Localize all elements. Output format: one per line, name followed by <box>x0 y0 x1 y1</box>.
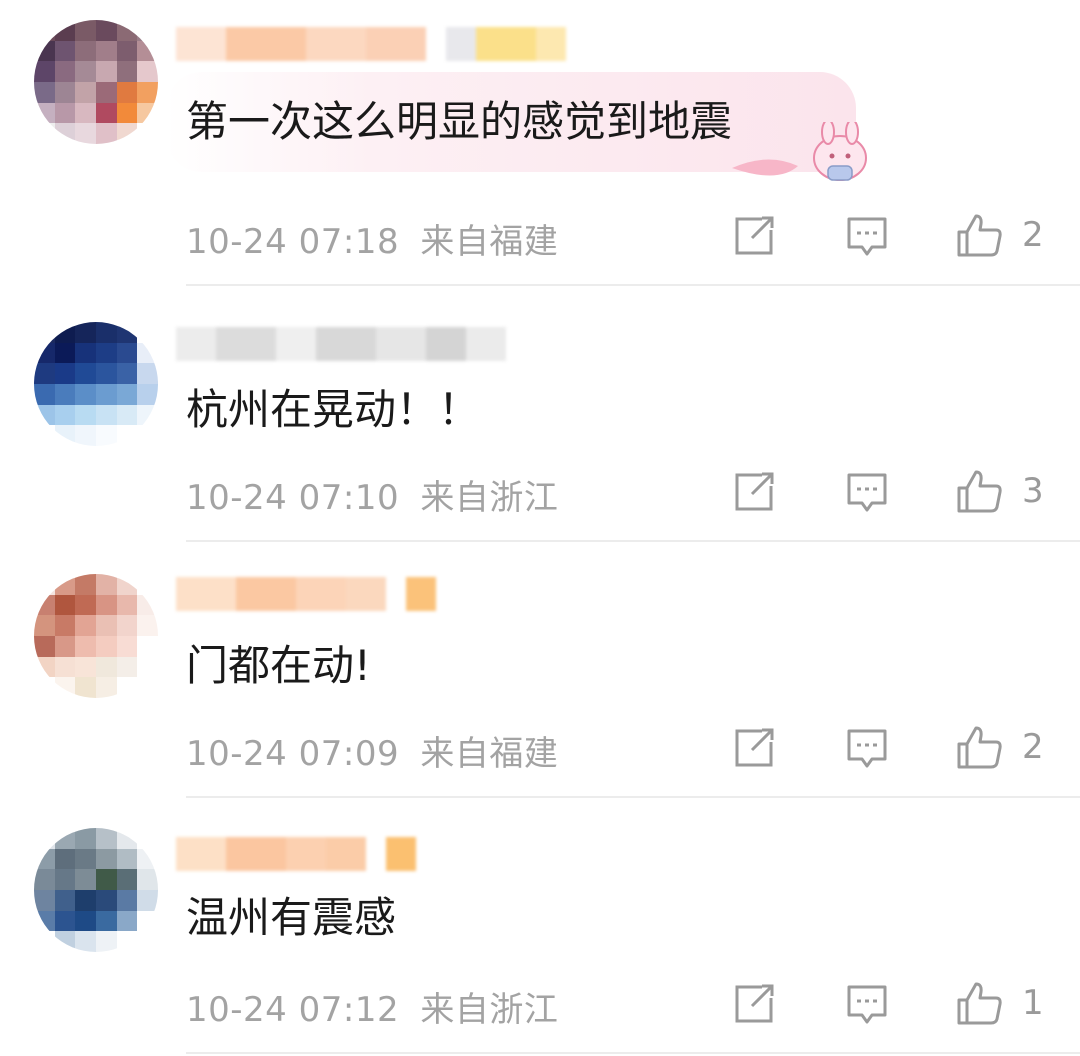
thumbs-up-icon <box>957 982 1002 1025</box>
avatar[interactable] <box>34 20 158 144</box>
comment-icon <box>847 985 887 1024</box>
share-icon <box>735 216 774 255</box>
avatar[interactable] <box>34 828 158 952</box>
username-blurred[interactable] <box>176 24 566 64</box>
like-count: 2 <box>1022 215 1044 255</box>
reply-button[interactable] <box>846 472 888 514</box>
avatar[interactable] <box>34 574 158 698</box>
username-blurred[interactable] <box>176 324 506 364</box>
share-button[interactable] <box>734 728 776 768</box>
comment-location: 来自浙江 <box>420 990 559 1030</box>
reply-button[interactable] <box>846 728 888 770</box>
like-count: 2 <box>1022 727 1044 767</box>
comment-text: 门都在动! <box>186 641 371 690</box>
comment-text: 温州有震感 <box>186 893 397 942</box>
comment-item: 杭州在晃动！！ 10-24 07:10 来自浙江 3 <box>0 256 1080 542</box>
share-button[interactable] <box>734 216 776 256</box>
username-blurred[interactable] <box>176 834 416 874</box>
comment-icon <box>847 473 887 512</box>
divider <box>186 1052 1080 1054</box>
like-button[interactable]: 2 <box>956 724 1044 770</box>
share-icon <box>735 728 774 767</box>
thumbs-up-icon <box>957 726 1002 769</box>
like-button[interactable]: 1 <box>956 980 1044 1026</box>
like-count: 3 <box>1022 471 1044 511</box>
comment-meta: 10-24 07:12 来自浙江 <box>186 982 558 1031</box>
share-icon <box>735 984 774 1023</box>
thumbs-up-icon <box>957 214 1002 257</box>
reply-button[interactable] <box>846 216 888 258</box>
avatar[interactable] <box>34 322 158 446</box>
like-button[interactable]: 2 <box>956 212 1044 258</box>
reply-button[interactable] <box>846 984 888 1026</box>
comment-time: 10-24 07:12 <box>186 990 400 1030</box>
comment-icon <box>847 217 887 256</box>
like-button[interactable]: 3 <box>956 468 1044 514</box>
username-blurred[interactable] <box>176 574 436 614</box>
thumbs-up-icon <box>957 470 1002 513</box>
comment-item: 温州有震感 10-24 07:12 来自浙江 1 <box>0 768 1080 1054</box>
comment-icon <box>847 729 887 768</box>
like-count: 1 <box>1022 983 1044 1023</box>
bunny-sticker-icon <box>732 122 867 181</box>
comment-text: 杭州在晃动！！ <box>186 385 481 434</box>
comment-text: 第一次这么明显的感觉到地震 <box>186 97 733 146</box>
share-icon <box>735 472 774 511</box>
share-button[interactable] <box>734 984 776 1024</box>
comment-item: 门都在动! 10-24 07:09 来自福建 2 <box>0 512 1080 798</box>
comment-item: 第一次这么明显的感觉到地震 10-24 07:18 来自福建 2 <box>0 0 1080 286</box>
share-button[interactable] <box>734 472 776 512</box>
